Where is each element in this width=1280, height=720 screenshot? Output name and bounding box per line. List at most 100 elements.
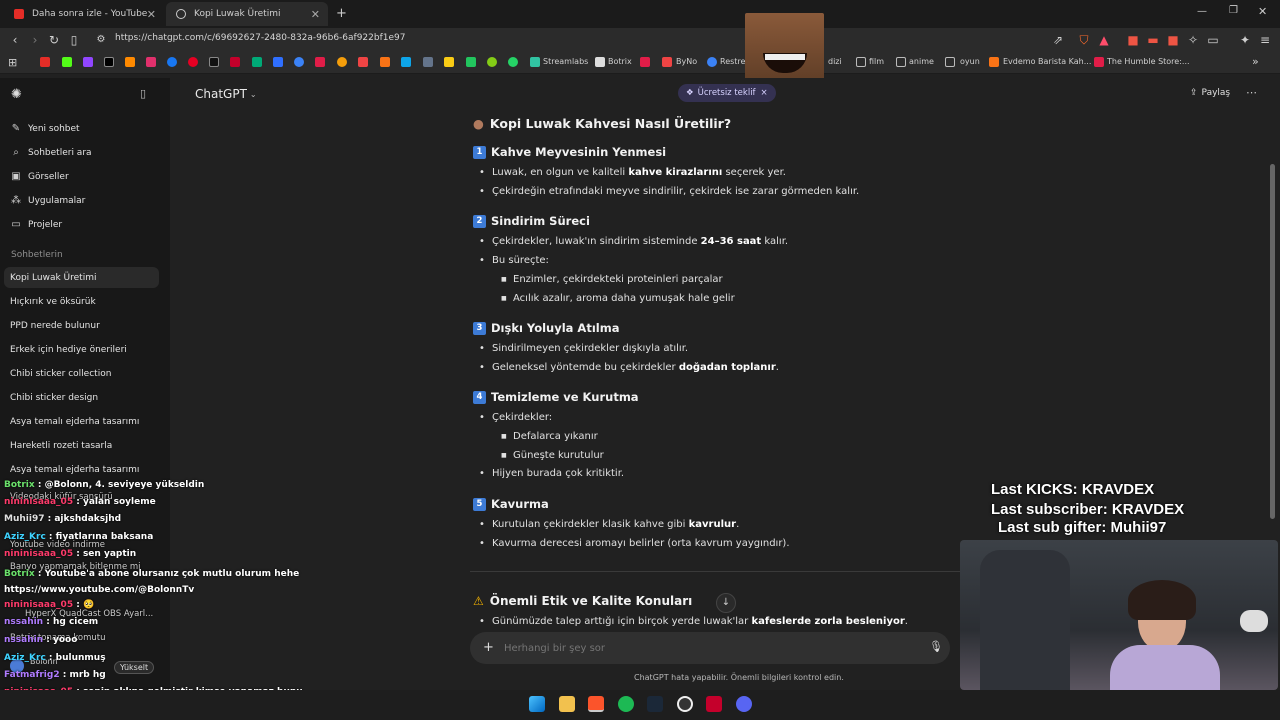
more-options-icon[interactable]: ⋯ [1246,86,1257,99]
restream-icon[interactable] [707,57,717,67]
prompt-input[interactable] [504,639,904,657]
url-field[interactable]: https://chatgpt.com/c/69692627-2480-832a… [115,33,405,43]
spotify-icon[interactable] [618,696,634,712]
images-button[interactable]: ▣ Görseller [10,171,68,182]
bookmark-site-icon[interactable] [252,57,262,67]
share-page-icon[interactable]: ⇗ [1050,32,1066,48]
brave-browser-icon[interactable] [588,696,604,712]
close-sidebar-icon[interactable]: ▯ [140,87,146,100]
chat-item[interactable]: Chibi sticker collection [10,369,111,379]
bookmark-byno[interactable]: ByNo [676,57,697,66]
scrollbar-thumb[interactable] [1270,164,1275,519]
bookmark-site-icon[interactable] [487,57,497,67]
kick-icon[interactable] [62,57,72,67]
list-item: Luwak, en olgun ve kaliteli kahve kirazl… [479,167,786,178]
free-offer-pill[interactable]: ❖ Ücretsiz teklif × [678,84,776,102]
bookmark-anime[interactable]: anime [909,57,934,66]
bookmark-site-icon[interactable] [423,57,433,67]
extensions-icon[interactable]: ✧ [1185,32,1201,48]
maximize-icon[interactable]: ❐ [1229,5,1238,16]
youtube-icon[interactable] [40,57,50,67]
bookmark-site-icon[interactable] [125,57,135,67]
discord-icon[interactable] [736,696,752,712]
sidebar-toggle-icon[interactable]: ▭ [1205,32,1221,48]
share-button[interactable]: ⇪ Paylaş [1190,88,1230,98]
forward-icon[interactable]: › [27,32,43,48]
instagram-icon[interactable] [146,57,156,67]
scroll-down-button[interactable]: ↓ [716,593,736,613]
minimize-icon[interactable]: — [1197,6,1207,17]
projects-button[interactable]: ▭ Projeler [10,219,62,230]
close-icon[interactable]: × [761,88,768,98]
bookmark-botrix[interactable]: Botrix [608,57,632,66]
bookmark-site-icon[interactable] [294,57,304,67]
evdemo-icon[interactable] [989,57,999,67]
bookmark-site-icon[interactable] [230,57,240,67]
chat-item[interactable]: Asya temalı ejderha tasarımı [10,465,139,475]
bookmark-site-icon[interactable] [640,57,650,67]
bookmark-site-icon[interactable] [337,57,347,67]
back-icon[interactable]: ‹ [7,32,23,48]
obs-icon[interactable] [677,696,693,712]
reload-icon[interactable]: ↻ [46,32,62,48]
steam-icon[interactable] [647,696,663,712]
bookmark-site-icon[interactable] [273,57,283,67]
menu-icon[interactable]: ≡ [1257,32,1273,48]
chat-item[interactable]: Chibi sticker design [10,393,98,403]
extension-icon[interactable]: ▬ [1145,32,1161,48]
pinterest-icon[interactable] [188,57,198,67]
windows-start-icon[interactable] [529,696,545,712]
bookmark-site-icon[interactable] [315,57,325,67]
chat-item[interactable]: Kopi Luwak Üretimi [10,273,96,283]
bookmark-site-icon[interactable] [380,57,390,67]
bookmark-oyun[interactable]: oyun [960,57,980,66]
bookmark-icon[interactable]: ▯ [66,32,82,48]
streamlabs-icon[interactable] [530,57,540,67]
chat-item[interactable]: Erkek için hediye önerileri [10,345,127,355]
chat-item[interactable]: PPD nerede bulunur [10,321,100,331]
bookmark-dizi[interactable]: dizi [828,57,842,66]
chat-item[interactable]: Hareketli rozeti tasarla [10,441,112,451]
rewards-icon[interactable]: ▲ [1096,32,1112,48]
extension-icon[interactable]: ■ [1125,32,1141,48]
tiktok-icon[interactable] [209,57,219,67]
openai-logo-icon[interactable]: ✺ [11,87,22,102]
search-chats-button[interactable]: ⌕ Sohbetleri ara [10,147,91,158]
close-window-icon[interactable]: ✕ [1258,5,1267,18]
bookmark-film[interactable]: film [869,57,884,66]
file-explorer-icon[interactable] [559,696,575,712]
tab-youtube[interactable]: Daha sonra izle - YouTube ✕ [4,2,164,26]
new-tab-button[interactable]: + [336,6,347,21]
more-bookmarks-icon[interactable]: » [1252,55,1259,68]
close-tab-icon[interactable]: ✕ [311,8,320,21]
site-settings-icon[interactable]: ⚙ [93,32,109,48]
new-chat-button[interactable]: ✎ Yeni sohbet [10,123,80,134]
apps-grid-icon[interactable]: ⊞ [8,56,17,69]
twitch-icon[interactable] [83,57,93,67]
attach-plus-icon[interactable]: + [483,640,494,655]
bookmark-humble[interactable]: The Humble Store:... [1107,57,1190,66]
model-selector[interactable]: ChatGPT ⌄ [195,87,257,101]
extension-icon[interactable]: ■ [1165,32,1181,48]
apps-button[interactable]: ⁂ Uygulamalar [10,195,85,206]
whatsapp-icon[interactable] [508,57,518,67]
tab-chatgpt[interactable]: Kopi Luwak Üretimi ✕ [166,2,328,26]
close-tab-icon[interactable]: ✕ [147,8,156,21]
chat-item[interactable]: Hıçkırık ve öksürük [10,297,96,307]
facebook-icon[interactable] [167,57,177,67]
byno-icon[interactable] [662,57,672,67]
botrix-icon[interactable] [595,57,605,67]
leo-icon[interactable]: ✦ [1237,32,1253,48]
bookmark-site-icon[interactable] [466,57,476,67]
microphone-icon[interactable]: 🎙 [929,640,943,653]
bookmark-site-icon[interactable] [401,57,411,67]
app-icon[interactable] [706,696,722,712]
bookmark-evdemo[interactable]: Evdemo Barista Kah... [1003,57,1091,66]
humble-icon[interactable] [1094,57,1104,67]
bookmark-site-icon[interactable] [358,57,368,67]
bookmark-site-icon[interactable] [444,57,454,67]
brave-shield-icon[interactable]: ⛉ [1076,32,1092,48]
chat-item[interactable]: Asya temalı ejderha tasarımı [10,417,139,427]
x-icon[interactable] [104,57,114,67]
bookmark-streamlabs[interactable]: Streamlabs [543,57,588,66]
